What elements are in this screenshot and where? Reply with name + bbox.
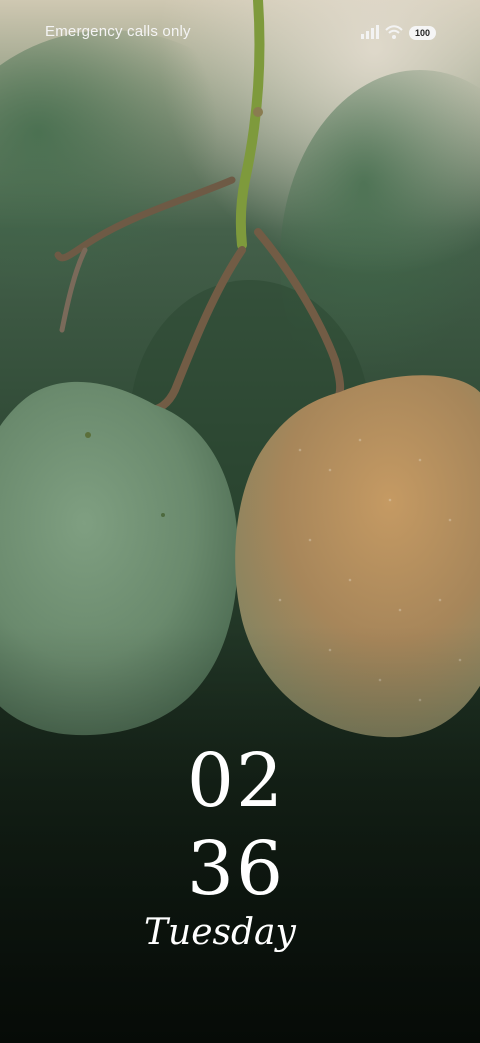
- carrier-label: Emergency calls only: [45, 23, 191, 40]
- clock-hour: 02: [186, 738, 286, 824]
- status-bar: Emergency calls only 100: [0, 0, 480, 66]
- wifi-icon: [385, 24, 403, 43]
- clock-minute: 36: [186, 826, 286, 912]
- status-icons: 100: [361, 24, 436, 42]
- weekday-label: Tuesday: [144, 912, 296, 953]
- battery-icon: 100: [409, 26, 436, 40]
- signal-bars-icon: [361, 24, 379, 43]
